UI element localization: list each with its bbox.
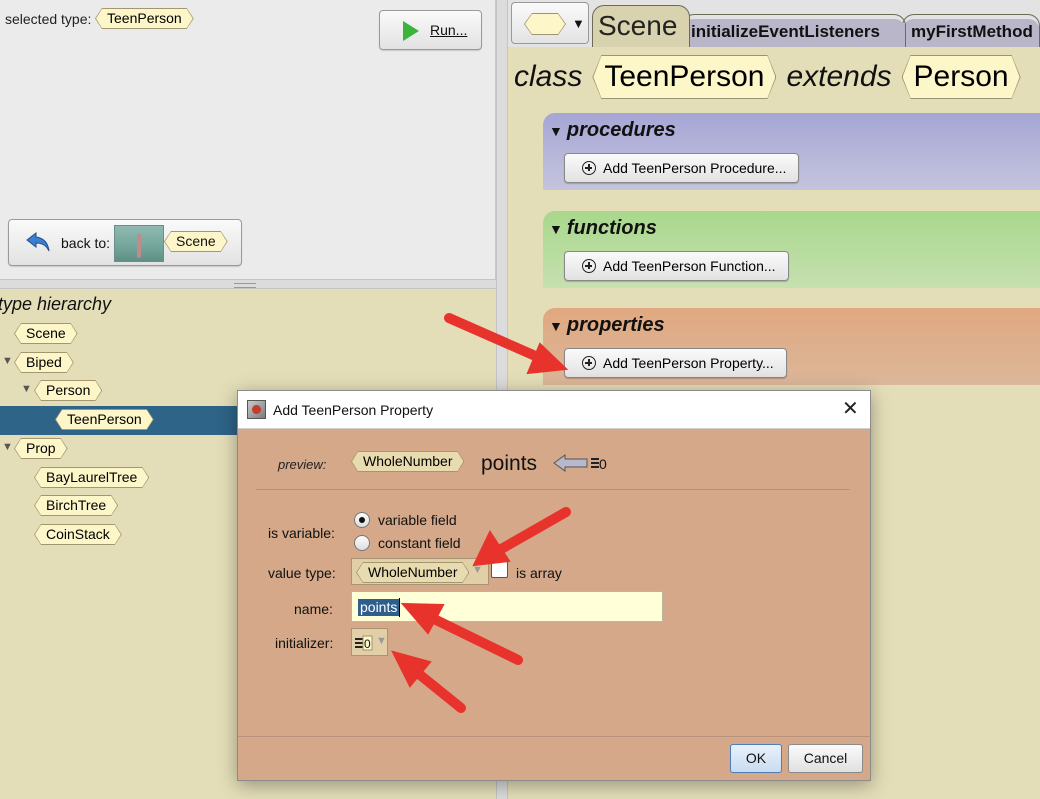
tab-scene[interactable]: Scene [592, 5, 690, 47]
chevron-down-icon: ▼ [572, 16, 585, 31]
hierarchy-node-scene[interactable]: Scene [14, 323, 78, 344]
collapse-triangle-icon[interactable]: ▼ [549, 318, 563, 334]
constant-field-label[interactable]: constant field [378, 535, 461, 551]
add-property-button[interactable]: Add TeenPerson Property... [564, 348, 787, 378]
tab-initialize-event-listeners[interactable]: initializeEventListeners [682, 14, 906, 47]
value-type-label: value type: [268, 565, 336, 581]
close-icon[interactable]: ✕ [842, 399, 859, 419]
chevron-down-icon: ▼ [472, 564, 483, 576]
hierarchy-node-prop[interactable]: Prop [14, 438, 68, 459]
add-property-dialog: Add TeenPerson Property ✕ preview: Whole… [237, 390, 871, 781]
value-type-tag: WholeNumber [356, 562, 469, 583]
expand-prop-icon[interactable]: ▼ [2, 441, 13, 453]
hierarchy-node-coinstack[interactable]: CoinStack [34, 524, 122, 545]
class-declaration: class TeenPerson extends Person [514, 54, 1031, 100]
plus-icon [582, 356, 596, 370]
plus-icon [582, 259, 596, 273]
procedures-title: procedures [566, 119, 676, 141]
initializer-label: initializer: [275, 635, 334, 651]
scene-thumbnail [114, 225, 164, 262]
constant-field-radio[interactable] [354, 535, 370, 551]
superclass-tag: Person [902, 55, 1021, 99]
expand-person-icon[interactable]: ▼ [21, 383, 32, 395]
name-input-selected-text: points [358, 599, 400, 616]
class-keyword: class [514, 60, 583, 93]
type-hierarchy-title: type hierarchy [0, 294, 112, 314]
assignment-arrow-icon: 0 [553, 454, 607, 472]
selected-type-tag: TeenPerson [95, 8, 194, 29]
add-procedure-button[interactable]: Add TeenPerson Procedure... [564, 153, 800, 183]
value-type-combo[interactable]: WholeNumber ▼ [351, 558, 489, 585]
extends-keyword: extends [786, 60, 892, 93]
ok-button[interactable]: OK [730, 744, 782, 773]
add-function-button[interactable]: Add TeenPerson Function... [564, 251, 789, 281]
dialog-title-bar: Add TeenPerson Property ✕ [238, 391, 870, 429]
play-icon [403, 21, 419, 41]
chevron-down-icon: ▼ [376, 635, 387, 647]
name-input[interactable]: points [351, 591, 663, 622]
app-icon [247, 400, 266, 419]
functions-section: ▼ functions Add TeenPerson Function... [543, 211, 1040, 288]
back-to-scene-button[interactable]: back to: Scene [8, 219, 242, 266]
collapse-triangle-icon[interactable]: ▼ [549, 123, 563, 139]
back-arrow-icon [26, 231, 50, 252]
class-name-tag: TeenPerson [592, 55, 776, 99]
horizontal-splitter[interactable] [0, 279, 496, 289]
editor-tab-bar: ▼ Scene initializeEventListeners myFirst… [508, 0, 1040, 47]
cancel-button[interactable]: Cancel [788, 744, 863, 773]
initializer-combo[interactable]: 0 ▼ [351, 628, 388, 656]
dialog-title: Add TeenPerson Property [273, 402, 434, 418]
preview-name: points [481, 452, 538, 475]
scene-preview-panel: selected type: TeenPerson Run... back to… [0, 0, 496, 279]
selected-type-label: selected type: [5, 11, 92, 27]
expand-biped-icon[interactable]: ▼ [2, 355, 13, 367]
hierarchy-node-birchtree[interactable]: BirchTree [34, 495, 118, 516]
type-selector-dropdown[interactable]: ▼ [511, 2, 589, 44]
back-scene-tag: Scene [164, 231, 228, 252]
hierarchy-node-teenperson[interactable]: TeenPerson [55, 409, 154, 430]
variable-field-radio[interactable] [354, 512, 370, 528]
properties-section: ▼ properties Add TeenPerson Property... [543, 308, 1040, 385]
tab-my-first-method[interactable]: myFirstMethod [902, 14, 1040, 47]
preview-label: preview: [278, 457, 327, 472]
number-literal-icon: 0 [355, 635, 373, 651]
properties-title: properties [566, 314, 665, 336]
preview-type-tag: WholeNumber [351, 451, 464, 472]
procedures-section: ▼ procedures Add TeenPerson Procedure... [543, 113, 1040, 190]
is-variable-label: is variable: [268, 525, 335, 541]
is-array-label[interactable]: is array [516, 565, 562, 581]
functions-title: functions [566, 217, 657, 239]
svg-text:0: 0 [599, 456, 607, 472]
variable-field-label[interactable]: variable field [378, 512, 457, 528]
hierarchy-node-baylaureltree[interactable]: BayLaurelTree [34, 467, 149, 488]
is-array-checkbox[interactable] [491, 561, 508, 578]
run-button[interactable]: Run... [379, 10, 482, 50]
type-tag-icon [524, 13, 566, 35]
hierarchy-node-biped[interactable]: Biped [14, 352, 74, 373]
collapse-triangle-icon[interactable]: ▼ [549, 221, 563, 237]
name-label: name: [294, 601, 333, 617]
svg-text:0: 0 [364, 637, 371, 651]
hierarchy-node-person[interactable]: Person [34, 380, 102, 401]
plus-icon [582, 161, 596, 175]
